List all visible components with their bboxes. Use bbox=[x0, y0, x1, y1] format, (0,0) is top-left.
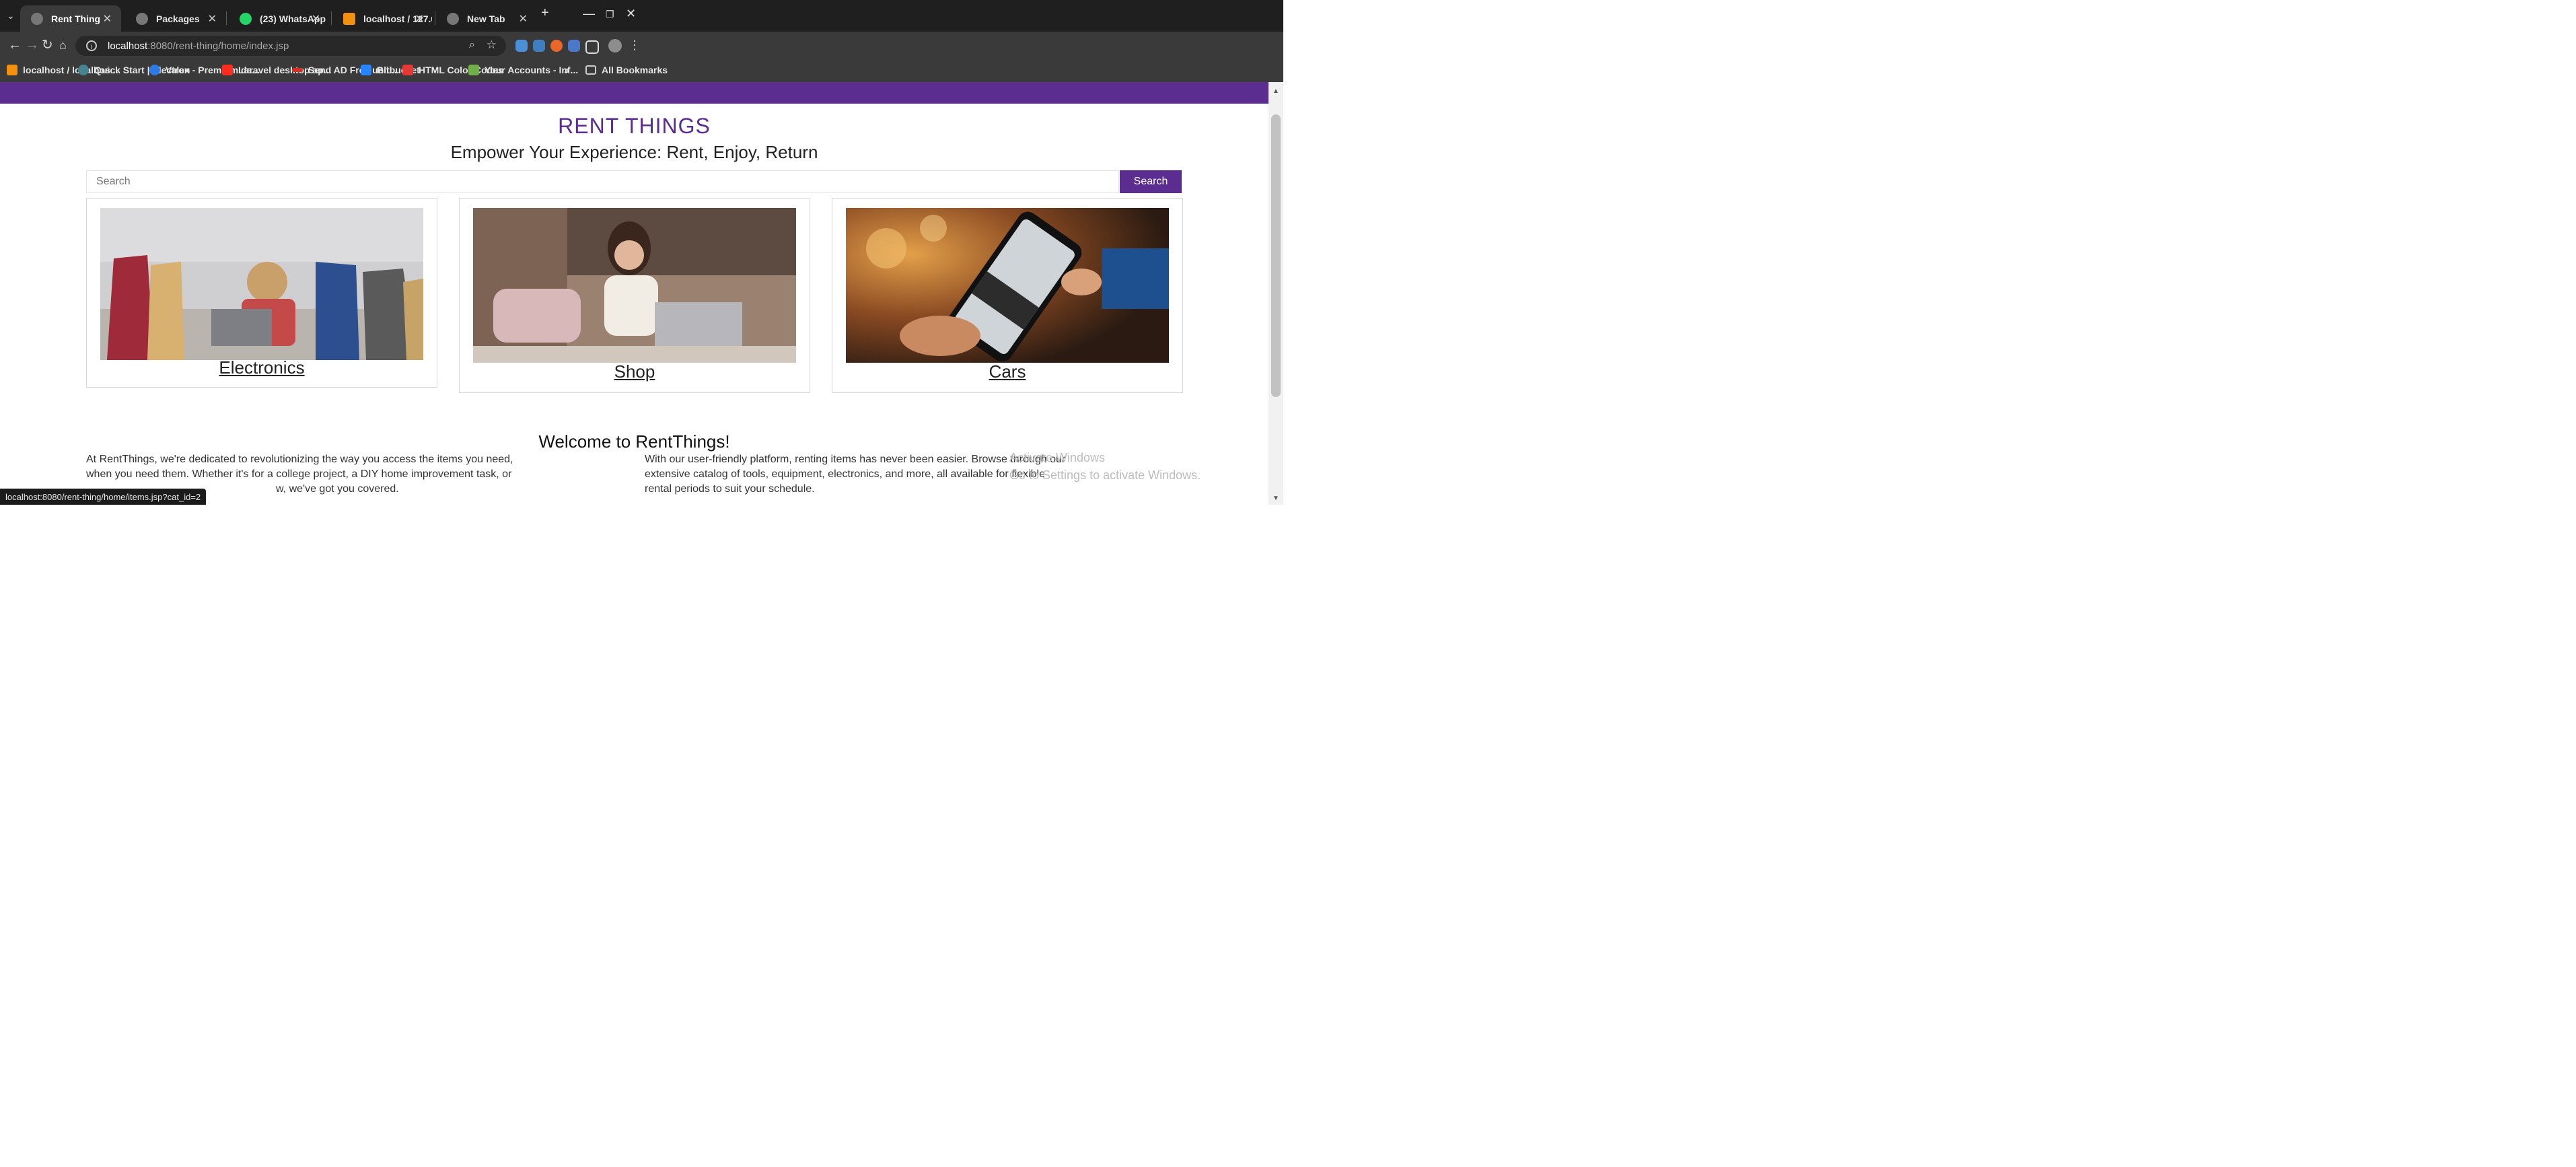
tab-new-tab[interactable]: New Tab ✕ bbox=[436, 5, 537, 32]
valex-icon bbox=[149, 65, 160, 75]
site-tagline: Empower Your Experience: Rent, Enjoy, Re… bbox=[450, 142, 818, 162]
whatsapp-icon bbox=[240, 12, 252, 25]
tab-rent-thing[interactable]: Rent Thing ✕ bbox=[20, 5, 121, 32]
tab-separator bbox=[226, 11, 227, 25]
accounts-icon bbox=[468, 65, 479, 75]
page-viewport: ▲ ▼ RENT THINGS Empower Your Experience:… bbox=[0, 82, 1283, 505]
extension-icon[interactable] bbox=[568, 40, 580, 52]
tab-title: Rent Thing bbox=[51, 13, 101, 24]
extension-icon[interactable] bbox=[550, 40, 563, 52]
site-info-icon[interactable]: i bbox=[86, 40, 97, 51]
sendad-icon bbox=[292, 68, 303, 72]
close-tab-icon[interactable]: ✕ bbox=[103, 12, 112, 26]
forward-icon[interactable]: → bbox=[26, 38, 39, 52]
scroll-up-icon[interactable]: ▲ bbox=[1273, 87, 1279, 95]
category-card-shop[interactable]: Shop bbox=[459, 198, 810, 393]
browser-window: ⌄ Rent Thing ✕ Packages ✕ (23) WhatsApp … bbox=[0, 0, 1283, 505]
minimize-icon[interactable]: — bbox=[583, 7, 595, 21]
bookmarks-overflow-button[interactable]: » bbox=[564, 65, 569, 75]
search-button[interactable]: Search bbox=[1120, 170, 1182, 193]
address-bar[interactable]: i localhost:8080/rent-thing/home/index.j… bbox=[75, 36, 506, 56]
reload-icon[interactable]: ↻ bbox=[42, 38, 53, 52]
activate-windows-watermark: Activate Windows Go to Settings to activ… bbox=[1009, 449, 1201, 484]
tab-bar: ⌄ Rent Thing ✕ Packages ✕ (23) WhatsApp … bbox=[0, 0, 1283, 32]
extension-icon[interactable] bbox=[533, 40, 545, 52]
close-tab-icon[interactable]: ✕ bbox=[415, 12, 424, 26]
shop-image[interactable] bbox=[473, 208, 796, 363]
electron-icon bbox=[78, 65, 89, 75]
paragraph-line: rental periods to suit your schedule. bbox=[645, 483, 815, 495]
new-tab-icon[interactable]: + bbox=[541, 5, 549, 21]
bitbucket-icon bbox=[361, 65, 371, 75]
category-link-shop[interactable]: Shop bbox=[460, 361, 810, 382]
all-bookmarks-label: All Bookmarks bbox=[602, 65, 668, 75]
cars-image[interactable] bbox=[846, 208, 1169, 363]
back-icon[interactable]: ← bbox=[8, 38, 22, 52]
tab-title: New Tab bbox=[467, 13, 505, 24]
category-card-electronics[interactable]: Electronics bbox=[86, 198, 437, 388]
tab-phpmyadmin[interactable]: localhost / 127.0.0.1 / rent ✕ bbox=[332, 5, 433, 32]
site-title: RENT THINGS bbox=[558, 114, 711, 138]
watermark-line: Go to Settings to activate Windows. bbox=[1009, 468, 1201, 482]
tab-title: Packages bbox=[156, 13, 200, 24]
phpmyadmin-icon bbox=[343, 12, 355, 25]
category-link-cars[interactable]: Cars bbox=[832, 361, 1182, 382]
extensions-puzzle-icon[interactable] bbox=[585, 40, 599, 54]
html-colors-icon bbox=[402, 65, 413, 75]
close-tab-icon[interactable]: ✕ bbox=[519, 12, 528, 26]
tab-separator bbox=[331, 11, 332, 25]
tab-whatsapp[interactable]: (23) WhatsApp ✕ bbox=[229, 5, 330, 32]
bookmark-star-icon[interactable]: ☆ bbox=[487, 38, 497, 52]
globe-icon bbox=[31, 12, 43, 25]
page-scrollbar[interactable]: ▲ ▼ bbox=[1268, 82, 1283, 505]
paragraph-line: At RentThings, we're dedicated to revolu… bbox=[86, 454, 513, 465]
globe-icon bbox=[136, 12, 148, 25]
electronics-image[interactable] bbox=[100, 208, 423, 360]
menu-icon[interactable]: ⋮ bbox=[629, 38, 641, 52]
scroll-down-icon[interactable]: ▼ bbox=[1273, 495, 1279, 502]
paragraph-line: when you need them. Whether it's for a c… bbox=[86, 468, 512, 480]
site-navbar bbox=[0, 82, 1268, 104]
all-bookmarks-button[interactable]: All Bookmarks bbox=[585, 65, 668, 75]
extension-icon[interactable] bbox=[515, 40, 528, 52]
restore-icon[interactable]: ❐ bbox=[606, 9, 614, 20]
category-link-electronics[interactable]: Electronics bbox=[87, 357, 437, 378]
status-bar-url: localhost:8080/rent-thing/home/items.jsp… bbox=[0, 489, 207, 505]
bookmarks-bar: localhost / localhos... Quick Start | El… bbox=[0, 59, 1283, 83]
search-input[interactable] bbox=[86, 170, 1119, 193]
close-tab-icon[interactable]: ✕ bbox=[208, 12, 217, 26]
folder-icon bbox=[585, 65, 596, 75]
profile-avatar[interactable] bbox=[608, 39, 622, 52]
tab-packages[interactable]: Packages ✕ bbox=[125, 5, 226, 32]
url-host: localhost bbox=[108, 40, 148, 52]
category-card-cars[interactable]: Cars bbox=[832, 198, 1183, 393]
globe-icon bbox=[447, 12, 459, 25]
tab-search-icon[interactable]: ⌄ bbox=[7, 8, 15, 23]
home-icon[interactable]: ⌂ bbox=[59, 38, 67, 52]
watermark-line: Activate Windows bbox=[1009, 451, 1106, 464]
url-path: :8080/rent-thing/home/index.jsp bbox=[147, 40, 289, 52]
laravel-icon bbox=[222, 65, 233, 75]
zoom-icon[interactable]: ⌕ bbox=[469, 39, 475, 51]
bookmark-item[interactable]: Your Accounts - Inf... bbox=[468, 65, 578, 75]
phpmyadmin-icon bbox=[7, 65, 17, 75]
scrollbar-thumb[interactable] bbox=[1271, 114, 1281, 397]
close-tab-icon[interactable]: ✕ bbox=[312, 12, 320, 26]
overflow-chevron-icon: » bbox=[564, 65, 569, 75]
window-close-icon[interactable]: ✕ bbox=[626, 7, 636, 21]
toolbar: ← → ↻ ⌂ i localhost:8080/rent-thing/home… bbox=[0, 32, 1283, 59]
